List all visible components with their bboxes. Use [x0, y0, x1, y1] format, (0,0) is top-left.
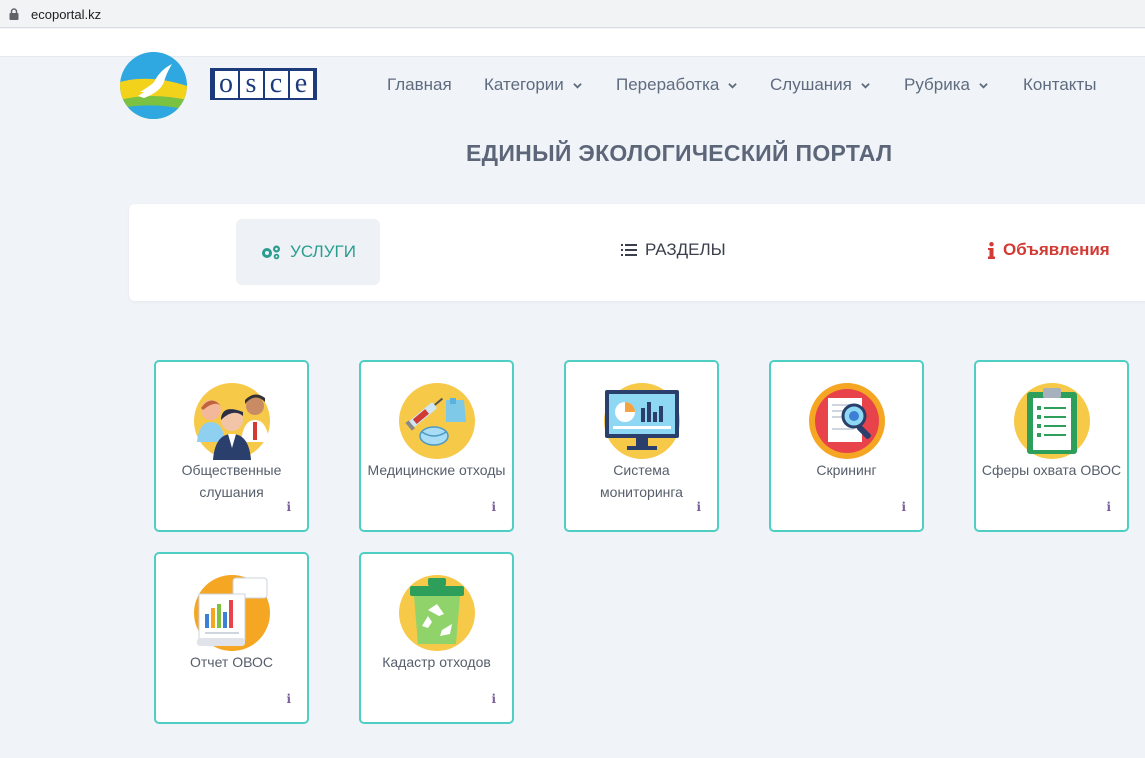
page-title: ЕДИНЫЙ ЭКОЛОГИЧЕСКИЙ ПОРТАЛ [466, 140, 893, 166]
browser-address-bar[interactable]: ecoportal.kz [0, 0, 1145, 28]
card-label: Сферы охвата ОВОС [981, 462, 1122, 478]
osce-letter: o [214, 69, 238, 98]
people-icon [194, 383, 270, 460]
page-title-wrap: ЕДИНЫЙ ЭКОЛОГИЧЕСКИЙ ПОРТАЛ [466, 140, 892, 167]
tab-sections-label: РАЗДЕЛЫ [645, 240, 726, 259]
magnifier-icon [809, 383, 885, 459]
osce-letter: c [264, 69, 288, 98]
service-card-monitoring-system[interactable]: Система мониторинга i [564, 360, 719, 532]
tab-announcements-label: Объявления [1003, 240, 1110, 259]
chevron-down-icon [573, 82, 582, 89]
nav-item-home[interactable]: Главная [387, 74, 452, 96]
tab-services[interactable]: УСЛУГИ [236, 219, 380, 285]
card-label: Отчет ОВОС [190, 654, 273, 670]
osce-logo[interactable]: o s c e [210, 68, 317, 100]
nav-item-rubric[interactable]: Рубрика [904, 74, 988, 96]
service-card-public-hearings[interactable]: Общественные слушания i [154, 360, 309, 532]
chevron-down-icon [728, 82, 738, 89]
info-icon[interactable]: i [696, 500, 701, 514]
monitor-icon [604, 383, 680, 459]
nav-label: Контакты [1023, 75, 1097, 94]
nav-label: Слушания [770, 75, 852, 94]
nav-label: Категории [484, 75, 564, 94]
tab-services-label: УСЛУГИ [290, 242, 356, 261]
url-text[interactable]: ecoportal.kz [31, 7, 101, 22]
tab-sections[interactable]: РАЗДЕЛЫ [621, 240, 726, 260]
info-icon[interactable]: i [491, 500, 496, 514]
nav-item-hearings[interactable]: Слушания [770, 74, 870, 96]
clipboard-icon [1014, 383, 1090, 459]
nav-item-contacts[interactable]: Контакты [1023, 74, 1096, 96]
card-label: Общественные слушания [181, 462, 282, 500]
medical-waste-icon [399, 383, 475, 459]
service-card-ovos-scope[interactable]: Сферы охвата ОВОС i [974, 360, 1129, 532]
service-card-ovos-report[interactable]: Отчет ОВОС i [154, 552, 309, 724]
report-icon [194, 575, 270, 651]
lock-icon [9, 8, 19, 20]
nav-item-categories[interactable]: Категории [484, 74, 582, 96]
service-card-medical-waste[interactable]: Медицинские отходы i [359, 360, 514, 532]
osce-letter: s [239, 69, 263, 98]
info-icon[interactable]: i [1106, 500, 1111, 514]
nav-label: Главная [387, 75, 452, 94]
gears-icon [262, 245, 281, 260]
info-icon [988, 241, 995, 259]
nav-label: Переработка [616, 75, 720, 94]
service-card-screening[interactable]: Скрининг i [769, 360, 924, 532]
tab-announcements[interactable]: Объявления [988, 240, 1110, 260]
chevron-down-icon [979, 82, 988, 89]
osce-letter: e [289, 69, 313, 98]
nav-label: Рубрика [904, 75, 970, 94]
chevron-down-icon [861, 82, 870, 89]
card-label: Кадастр отходов [382, 654, 491, 670]
card-label: Система мониторинга [600, 462, 683, 500]
info-icon[interactable]: i [901, 500, 906, 514]
list-icon [621, 244, 637, 256]
eco-bird-logo[interactable] [120, 52, 187, 119]
recycle-bin-icon [399, 575, 475, 651]
info-icon[interactable]: i [491, 692, 496, 706]
service-card-waste-cadastre[interactable]: Кадастр отходов i [359, 552, 514, 724]
nav-item-recycling[interactable]: Переработка [616, 74, 738, 96]
card-label: Скрининг [816, 462, 877, 478]
info-icon[interactable]: i [286, 500, 291, 514]
info-icon[interactable]: i [286, 692, 291, 706]
card-label: Медицинские отходы [367, 462, 506, 478]
tabs-panel: УСЛУГИ РАЗДЕЛЫ Объявления [129, 204, 1145, 301]
